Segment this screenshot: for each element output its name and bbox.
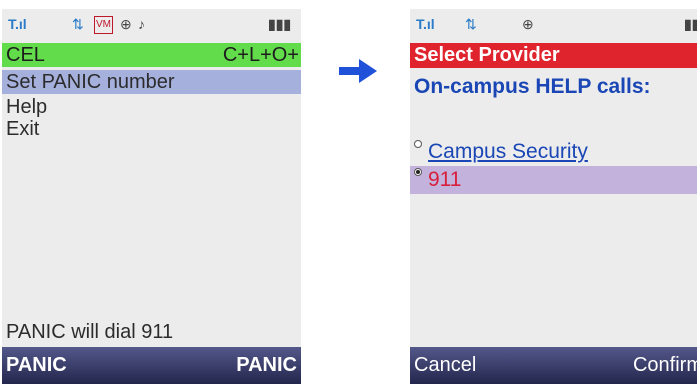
gps-icon: ⊕: [522, 16, 534, 32]
panic-info-text: PANIC will dial 911: [6, 321, 174, 343]
softkey-bar: Cancel Confirm: [410, 347, 697, 384]
radio-option-911[interactable]: 911: [410, 166, 697, 194]
select-provider-title-bar: Select Provider: [410, 43, 697, 68]
page-title: Select Provider: [414, 44, 560, 66]
menu-item-label: Exit: [6, 118, 40, 140]
arrow-right-icon: [339, 59, 377, 83]
app-title: CEL: [6, 44, 45, 66]
radio-label: Campus Security: [428, 140, 588, 163]
app-title-right: C+L+O+: [222, 44, 299, 66]
cancel-button[interactable]: Cancel: [414, 354, 476, 377]
radio-button[interactable]: [414, 140, 422, 148]
menu-item-help[interactable]: Help: [2, 95, 301, 119]
app-title-bar: CEL C+L+O+: [2, 43, 301, 67]
radio-button[interactable]: [414, 168, 422, 176]
radio-label: 911: [428, 168, 462, 191]
signal-icon: T.ıl: [8, 16, 27, 32]
left-phone-screen: T.ıl ⇅ VM ⊕ ♪ ▮▮▮ CEL C+L+O+ Set PANIC n…: [2, 9, 301, 384]
menu-item-exit[interactable]: Exit: [2, 117, 301, 141]
voicemail-icon: VM: [94, 16, 113, 34]
menu-item-label: Help: [6, 96, 48, 118]
status-bar: T.ıl ⇅ VM ⊕ ♪ ▮▮▮: [2, 9, 301, 41]
battery-icon: ▮▮▮: [268, 16, 292, 32]
right-phone-screen: T.ıl ⇅ ⊕ ▮▮ Select Provider On-campus HE…: [410, 9, 697, 384]
confirm-button[interactable]: Confirm: [633, 354, 697, 377]
softkey-right[interactable]: PANIC: [236, 354, 297, 377]
data-transfer-icon: ⇅: [72, 16, 84, 32]
gps-icon: ⊕: [120, 16, 132, 32]
signal-icon: T.ıl: [416, 16, 435, 32]
ringtone-icon: ♪: [138, 16, 145, 32]
data-transfer-icon: ⇅: [465, 16, 477, 32]
softkey-bar: PANIC PANIC: [2, 347, 301, 384]
menu-item-label: Set PANIC number: [6, 71, 175, 93]
battery-icon: ▮▮: [684, 16, 697, 32]
softkey-left[interactable]: PANIC: [6, 354, 67, 377]
on-campus-help-heading: On-campus HELP calls:: [414, 75, 651, 98]
status-bar: T.ıl ⇅ ⊕ ▮▮: [410, 9, 697, 41]
menu-item-set-panic-number[interactable]: Set PANIC number: [2, 70, 301, 94]
radio-option-campus-security[interactable]: Campus Security: [410, 138, 697, 166]
